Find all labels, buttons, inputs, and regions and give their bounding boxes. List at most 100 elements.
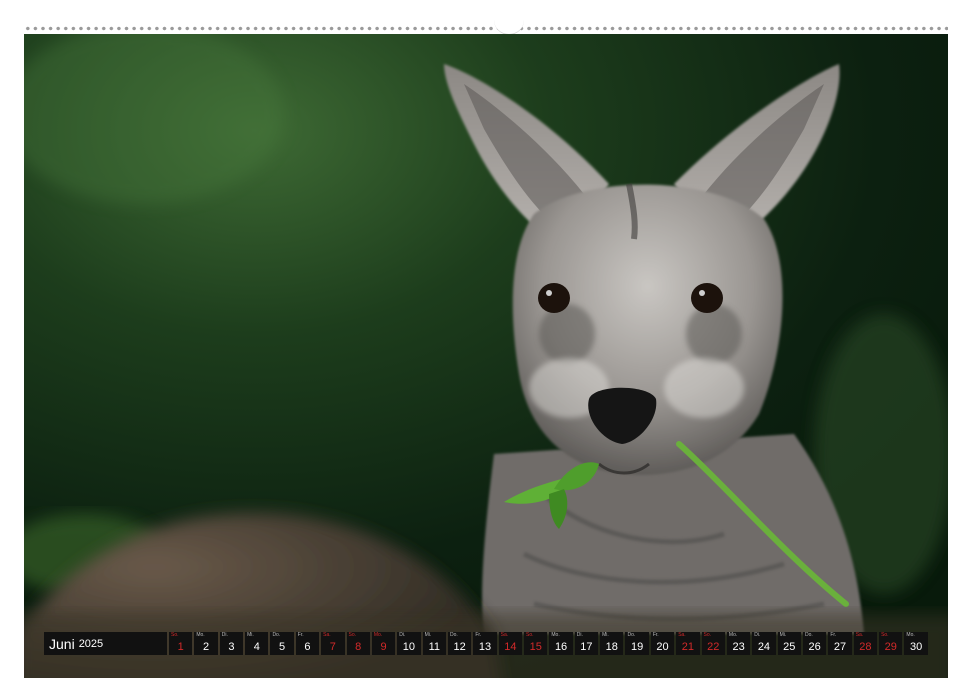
right-eye bbox=[691, 283, 723, 313]
weekday-label: Fr. bbox=[297, 632, 304, 638]
weekday-label: So. bbox=[526, 632, 534, 638]
weekday-label: Do. bbox=[627, 632, 636, 638]
weekday-label: Do. bbox=[804, 632, 813, 638]
day-number: 13 bbox=[478, 641, 492, 653]
month-name: Juni bbox=[49, 635, 75, 652]
calendar-day: Do. 12 bbox=[447, 632, 472, 655]
calendar-day: Do. 26 bbox=[802, 632, 827, 655]
day-number: 14 bbox=[504, 641, 517, 653]
weekday-label: Mi. bbox=[424, 632, 432, 638]
weekday-label: Do. bbox=[272, 632, 281, 638]
weekday-label: Do. bbox=[449, 632, 458, 638]
calendar-day: So. 22 bbox=[701, 632, 725, 655]
day-number: 29 bbox=[884, 641, 897, 653]
weekday-label: Mo. bbox=[551, 632, 560, 638]
wire-binding bbox=[24, 18, 948, 35]
calendar-day: Do. 5 bbox=[270, 632, 294, 655]
weekday-label: Di. bbox=[399, 632, 406, 638]
day-number: 3 bbox=[228, 641, 235, 653]
weekday-label: Mo. bbox=[906, 632, 915, 638]
day-number: 15 bbox=[529, 641, 542, 653]
day-number: 9 bbox=[380, 641, 387, 653]
day-number: 18 bbox=[605, 641, 618, 653]
day-number: 28 bbox=[859, 641, 872, 653]
weekday-label: Mi. bbox=[602, 632, 609, 638]
day-number: 4 bbox=[253, 641, 260, 653]
day-number: 8 bbox=[355, 641, 362, 653]
calendar-day: So. 1 bbox=[169, 632, 193, 655]
weekday-label: Fr. bbox=[475, 632, 482, 638]
weekday-label: Mi. bbox=[779, 632, 787, 638]
weekday-label: Sa. bbox=[678, 632, 686, 638]
day-number: 7 bbox=[329, 641, 336, 653]
calendar-day: Mo. 30 bbox=[904, 632, 928, 655]
binding-holes bbox=[24, 26, 948, 31]
calendar-day: Mi. 25 bbox=[777, 632, 801, 655]
calendar-day: Mo. 9 bbox=[371, 632, 396, 655]
day-number: 25 bbox=[783, 641, 796, 653]
weekday-label: Mo. bbox=[196, 632, 205, 638]
day-number: 21 bbox=[681, 641, 694, 653]
day-number: 24 bbox=[757, 641, 771, 653]
weekday-label: Fr. bbox=[830, 632, 837, 638]
weekday-label: So. bbox=[881, 632, 889, 638]
weekday-label: Di. bbox=[576, 632, 583, 638]
calendar-day: Mi. 4 bbox=[245, 632, 269, 655]
calendar-day: Sa. 7 bbox=[321, 632, 345, 655]
calendar-day: Mi. 18 bbox=[600, 632, 624, 655]
calendar-day: Sa. 28 bbox=[853, 632, 878, 655]
calendar-day: Mi. 11 bbox=[422, 632, 446, 655]
day-number: 17 bbox=[580, 641, 593, 653]
weekday-label: Sa. bbox=[500, 632, 509, 638]
calendar-day: Di. 3 bbox=[219, 632, 244, 655]
kangaroo-photo bbox=[24, 34, 948, 678]
calendar-day: Mo. 2 bbox=[194, 632, 218, 655]
weekday-label: So. bbox=[171, 632, 179, 638]
calendar-day: So. 29 bbox=[879, 632, 903, 655]
calendar-day: So. 15 bbox=[524, 632, 548, 655]
calendar-day: Mo. 23 bbox=[726, 632, 751, 655]
day-number: 30 bbox=[909, 641, 923, 653]
calendar-day: Di. 10 bbox=[397, 632, 421, 655]
weekday-label: So. bbox=[348, 632, 357, 638]
day-number: 5 bbox=[279, 641, 286, 653]
day-number: 11 bbox=[428, 641, 440, 653]
weekday-label: Di. bbox=[221, 632, 228, 638]
day-number: 2 bbox=[202, 641, 210, 653]
day-number: 22 bbox=[707, 641, 720, 653]
month-label: Juni 2025 bbox=[44, 632, 167, 655]
calendar-day: Sa. 14 bbox=[498, 632, 523, 655]
calendar-bar: Juni 2025 So. 1 Mo. 2 Di. 3 Mi. 4 Do. 5 Fr. 6 Sa. 7 So… bbox=[44, 632, 928, 655]
weekday-label: Mo. bbox=[373, 632, 383, 638]
day-number: 26 bbox=[808, 641, 821, 653]
day-number: 1 bbox=[177, 641, 184, 653]
calendar-day: Di. 17 bbox=[574, 632, 599, 655]
calendar-day: Di. 24 bbox=[752, 632, 776, 655]
day-number: 12 bbox=[453, 641, 466, 653]
day-number: 23 bbox=[732, 641, 745, 653]
left-eye bbox=[538, 283, 570, 313]
weekday-label: Fr. bbox=[652, 632, 659, 638]
day-number: 6 bbox=[304, 641, 311, 653]
calendar-day: Fr. 27 bbox=[828, 632, 852, 655]
hanger-notch bbox=[494, 18, 524, 35]
day-number: 16 bbox=[554, 641, 568, 653]
calendar-day: So. 8 bbox=[346, 632, 370, 655]
weekday-label: Sa. bbox=[323, 632, 331, 638]
weekday-label: Mi. bbox=[247, 632, 254, 638]
calendar-day: Mo. 16 bbox=[549, 632, 573, 655]
calendar-day: Fr. 20 bbox=[650, 632, 675, 655]
day-number: 20 bbox=[656, 641, 669, 653]
year-label: 2025 bbox=[78, 637, 104, 650]
day-number: 27 bbox=[833, 641, 847, 653]
weekday-label: Di. bbox=[754, 632, 761, 638]
calendar-day: Fr. 13 bbox=[473, 632, 497, 655]
calendar-day: Sa. 21 bbox=[676, 632, 700, 655]
photo-illustration bbox=[24, 34, 948, 678]
calendar-day: Do. 19 bbox=[625, 632, 649, 655]
calendar-day: Fr. 6 bbox=[295, 632, 320, 655]
weekday-label: So. bbox=[703, 632, 712, 638]
weekday-label: Mo. bbox=[728, 632, 738, 638]
day-number: 10 bbox=[402, 641, 416, 653]
day-number: 19 bbox=[631, 641, 644, 653]
